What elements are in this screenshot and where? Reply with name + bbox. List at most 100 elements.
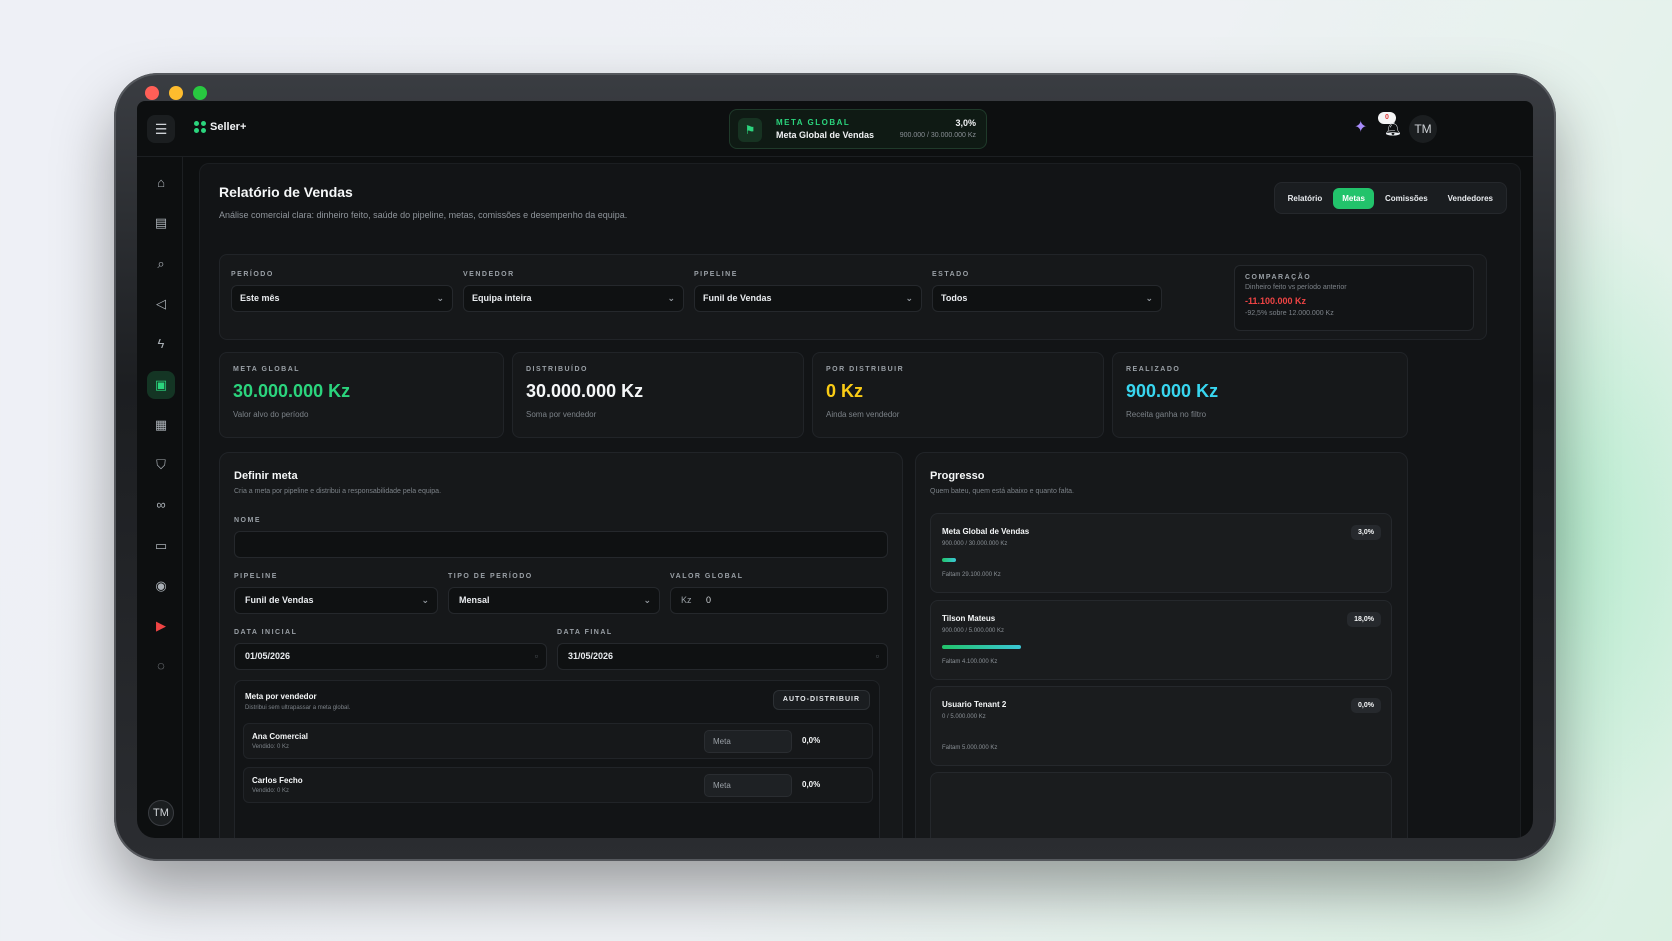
state-label: ESTADO <box>932 271 970 278</box>
stat-value: 0 Kz <box>826 381 864 401</box>
goal-name-input[interactable] <box>234 531 888 558</box>
stat-title: DISTRIBUÍDO <box>526 366 588 373</box>
currency-prefix: Kz <box>681 595 692 605</box>
stat-value: 30.000.000 Kz <box>233 381 351 401</box>
minimize-window-button[interactable] <box>169 86 183 100</box>
chevron-down-icon: ⌄ <box>421 595 429 605</box>
inbox-icon[interactable]: ▤ <box>147 209 175 237</box>
end-date-input[interactable]: 31/05/2026 ▫ <box>557 643 888 670</box>
comparison-card: COMPARAÇÃO Dinheiro feito vs período ant… <box>1234 265 1474 331</box>
progress-panel: Progresso Quem bateu, quem está abaixo e… <box>915 452 1408 838</box>
card-icon[interactable]: ▭ <box>147 532 175 560</box>
list-item: Ana Comercial Vendido: 0 Kz Meta 0,0% <box>243 723 873 759</box>
tab-metas[interactable]: Metas <box>1333 187 1374 209</box>
tab-comissoes[interactable]: Comissões <box>1376 188 1437 209</box>
period-type-select[interactable]: Mensal ⌄ <box>448 587 660 614</box>
per-seller-title: Meta por vendedor <box>245 692 317 701</box>
app-logo[interactable]: Seller+ <box>194 121 246 133</box>
start-date-input[interactable]: 01/05/2026 ▫ <box>234 643 547 670</box>
device-frame: ☰ Seller+ ⚑ META GLOBAL Meta Global de V… <box>114 73 1556 861</box>
calendar-icon[interactable]: ▫ <box>535 644 538 669</box>
define-goal-title: Definir meta <box>234 470 298 482</box>
stat-card-distribuido: DISTRIBUÍDO 30.000.000 Kz Soma por vende… <box>512 352 804 438</box>
progress-title: Progresso <box>930 470 985 482</box>
stat-subtitle: Receita ganha no filtro <box>1126 410 1207 419</box>
tab-relatorio[interactable]: Relatório <box>1279 188 1332 209</box>
reports-icon[interactable]: ▣ <box>147 371 175 399</box>
megaphone-icon[interactable]: ◁ <box>147 290 175 318</box>
avatar[interactable]: TM <box>1409 115 1437 143</box>
seller-label: VENDEDOR <box>463 271 515 278</box>
lightning-icon[interactable]: ϟ <box>147 330 175 358</box>
start-date-value: 01/05/2026 <box>245 651 291 661</box>
home-icon[interactable]: ⌂ <box>147 169 175 197</box>
progress-percent-badge: 18,0% <box>1347 612 1381 627</box>
sparkle-icon[interactable]: ✦ <box>1354 117 1367 137</box>
top-bar: ☰ Seller+ ⚑ META GLOBAL Meta Global de V… <box>137 101 1533 157</box>
pipeline-label: PIPELINE <box>694 271 738 278</box>
seller-sold: Vendido: 0 Kz <box>252 744 290 750</box>
progress-name: Meta Global de Vendas <box>942 527 1030 536</box>
tab-vendedores[interactable]: Vendedores <box>1439 188 1502 209</box>
global-value-label: VALOR GLOBAL <box>670 573 744 580</box>
stat-card-por-distribuir: POR DISTRIBUIR 0 Kz Ainda sem vendedor <box>812 352 1104 438</box>
link-icon[interactable]: ∞ <box>147 491 175 519</box>
comparison-subtitle: Dinheiro feito vs período anterior <box>1245 284 1347 291</box>
period-type-label: TIPO DE PERÍODO <box>448 573 533 580</box>
progress-card[interactable]: Tilson Mateus 900.000 / 5.000.000 Kz 18,… <box>930 600 1392 680</box>
seller-percent: 0,0% <box>802 780 821 789</box>
progress-values: 900.000 / 5.000.000 Kz <box>942 628 1005 634</box>
maximize-window-button[interactable] <box>193 86 207 100</box>
logo-icon <box>194 121 206 133</box>
stat-card-realizado: REALIZADO 900.000 Kz Receita ganha no fi… <box>1112 352 1408 438</box>
chevron-down-icon: ⌄ <box>436 293 444 303</box>
avatar[interactable]: TM <box>148 800 174 826</box>
stat-title: META GLOBAL <box>233 366 301 373</box>
progress-card[interactable]: Meta Global de Vendas 900.000 / 30.000.0… <box>930 513 1392 593</box>
pipeline-field-select[interactable]: Funil de Vendas ⌄ <box>234 587 438 614</box>
global-goal-pill[interactable]: ⚑ META GLOBAL Meta Global de Vendas 3,0%… <box>729 109 987 149</box>
seller-select[interactable]: Equipa inteira ⌄ <box>463 285 684 312</box>
progress-missing: Faltam 4.100.000 Kz <box>942 659 998 665</box>
page-title: Relatório de Vendas <box>219 184 353 200</box>
stat-subtitle: Ainda sem vendedor <box>826 410 900 419</box>
seller-goal-input[interactable]: Meta <box>704 774 792 797</box>
flag-icon: ⚑ <box>738 118 762 142</box>
comparison-percent: -92,5% sobre 12.000.000 Kz <box>1245 310 1334 317</box>
seller-name: Ana Comercial <box>252 732 309 741</box>
global-value-input[interactable]: Kz 0 <box>670 587 888 614</box>
progress-bar <box>942 558 956 562</box>
seller-goal-input[interactable]: Meta <box>704 730 792 753</box>
per-seller-goals: Meta por vendedor Distribui sem ultrapas… <box>234 680 880 838</box>
shopping-bag-icon[interactable]: ⛉ <box>147 451 175 479</box>
menu-icon[interactable]: ☰ <box>147 115 175 143</box>
state-value: Todos <box>941 293 968 303</box>
start-date-label: DATA INICIAL <box>234 629 298 636</box>
page-subtitle: Análise comercial clara: dinheiro feito,… <box>219 210 628 220</box>
pipeline-select[interactable]: Funil de Vendas ⌄ <box>694 285 922 312</box>
auto-distribute-button[interactable]: AUTO-DISTRIBUIR <box>772 690 870 710</box>
calendar-icon[interactable]: ▦ <box>147 411 175 439</box>
search-icon[interactable]: ⌕ <box>147 250 175 278</box>
app-screen: ☰ Seller+ ⚑ META GLOBAL Meta Global de V… <box>137 101 1533 838</box>
progress-card[interactable]: Usuario Tenant 2 0 / 5.000.000 Kz 0,0% F… <box>930 686 1392 766</box>
calendar-icon[interactable]: ▫ <box>876 644 879 669</box>
progress-percent-badge: 3,0% <box>1351 525 1381 540</box>
pipeline-field-value: Funil de Vendas <box>245 595 314 605</box>
seller-sold: Vendido: 0 Kz <box>252 788 290 794</box>
period-select[interactable]: Este mês ⌄ <box>231 285 453 312</box>
state-select[interactable]: Todos ⌄ <box>932 285 1162 312</box>
chat-icon[interactable]: ◌ <box>147 652 175 680</box>
period-type-value: Mensal <box>459 595 490 605</box>
close-window-button[interactable] <box>145 86 159 100</box>
stat-subtitle: Valor alvo do período <box>233 410 309 419</box>
progress-card[interactable] <box>930 772 1392 838</box>
seller-name: Carlos Fecho <box>252 776 303 785</box>
user-circle-icon[interactable]: ◉ <box>147 572 175 600</box>
video-icon[interactable]: ▶ <box>147 612 175 640</box>
progress-values: 900.000 / 30.000.000 Kz <box>942 541 1008 547</box>
stat-value: 900.000 Kz <box>1126 381 1219 401</box>
progress-bar <box>942 645 1021 649</box>
chevron-down-icon: ⌄ <box>667 293 675 303</box>
progress-subtitle: Quem bateu, quem está abaixo e quanto fa… <box>930 488 1074 495</box>
